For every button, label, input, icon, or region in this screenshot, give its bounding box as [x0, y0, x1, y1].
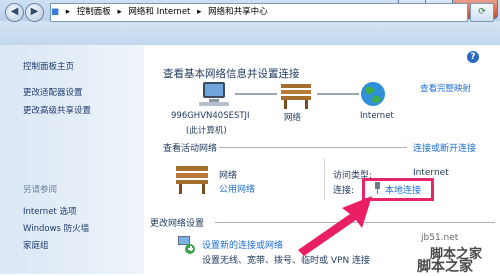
computer-icon [199, 82, 229, 106]
watermark-url: jb51.net [421, 233, 459, 243]
address-separator: ▸ [65, 7, 71, 17]
connect-disconnect-link[interactable]: 连接或断开连接 [413, 141, 476, 154]
network-map [199, 82, 385, 109]
address-separator: ▸ [117, 7, 122, 17]
view-full-map-link[interactable]: 查看完整映射 [420, 82, 471, 94]
sidebar-item-internet-options[interactable]: Internet 选项 [23, 205, 76, 217]
help-icon[interactable]: ? [467, 51, 479, 63]
active-networks-heading: 查看活动网络 [163, 144, 218, 154]
network-node-label: 网络 [284, 113, 302, 123]
network-type-link[interactable]: 公用网络 [219, 182, 255, 195]
page-title: 查看基本网络信息并设置连接 [163, 68, 300, 80]
sidebar-item-control-panel-home[interactable]: 控制面板主页 [23, 60, 74, 72]
navigation-bar [0, 21, 500, 45]
divider [219, 147, 407, 148]
control-panel-icon: ■ [51, 7, 60, 17]
forward-button[interactable]: ▶ [25, 3, 44, 22]
computer-sub-label: (此计算机) [186, 126, 227, 136]
refresh-icon[interactable]: ⟳ [470, 3, 494, 22]
globe-icon [361, 82, 385, 106]
computer-name: 996GHVN40SESTJI [171, 111, 250, 121]
address-bar[interactable]: ■ ▸ 控制面板 ▸ 网络和 Internet ▸ 网络和共享中心 [50, 3, 468, 22]
address-separator: ▸ [197, 7, 202, 17]
access-type-value: Internet [413, 168, 449, 178]
setup-new-connection-link[interactable]: 设置新的连接或网络 [202, 238, 283, 251]
network-bench-icon [176, 166, 208, 194]
network-name: 网络 [219, 171, 238, 181]
internet-node-label: Internet [360, 111, 394, 121]
sidebar-item-homegroup[interactable]: 家庭组 [23, 239, 49, 251]
local-connection-link[interactable]: 本地连接 [385, 183, 421, 196]
network-bench-icon [281, 84, 311, 109]
sidebar-item-windows-firewall[interactable]: Windows 防火墙 [23, 222, 89, 234]
sidebar-item-advanced-sharing[interactable]: 更改高级共享设置 [23, 104, 91, 116]
sidebar [0, 45, 144, 274]
sidebar-item-adapter-settings[interactable]: 更改适配器设置 [23, 86, 83, 98]
setup-connection-icon [178, 236, 195, 254]
back-button[interactable]: ◀ [5, 3, 24, 22]
watermark-text: 脚本之家 [417, 259, 473, 275]
change-settings-heading: 更改网络设置 [150, 219, 205, 229]
breadcrumb-sharing-center[interactable]: 网络和共享中心 [208, 7, 268, 17]
see-also-heading: 另请参阅 [23, 185, 58, 195]
annotation-arrow [298, 196, 372, 256]
breadcrumb-control-panel[interactable]: 控制面板 [77, 7, 111, 17]
breadcrumb-network-internet[interactable]: 网络和 Internet [128, 7, 190, 17]
